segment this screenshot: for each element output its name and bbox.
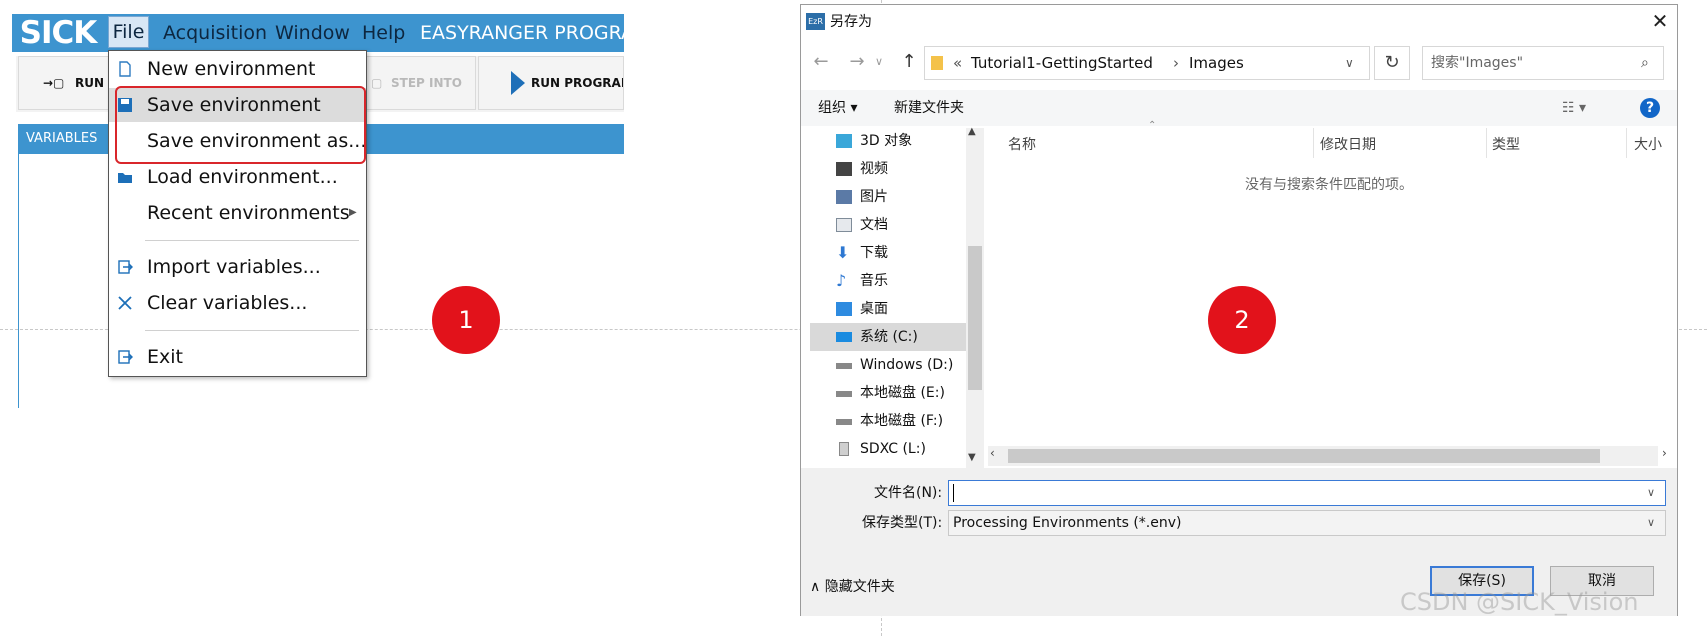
organize-button[interactable]: 组织 ▾: [818, 98, 857, 118]
sd-card-icon: [839, 442, 849, 456]
column-size[interactable]: 大小: [1634, 130, 1662, 160]
step-into-button[interactable]: ▢ STEP INTO: [366, 56, 476, 110]
filename-input[interactable]: ∨: [948, 480, 1666, 506]
column-name[interactable]: 名称: [1008, 130, 1036, 160]
up-arrow-icon[interactable]: ↑: [896, 48, 922, 76]
text-cursor: [953, 484, 954, 502]
filename-label: 文件名(N):: [874, 485, 943, 501]
menu-acquisition[interactable]: Acquisition: [163, 20, 267, 46]
clear-x-icon: [118, 296, 132, 310]
nav-item-drive-c[interactable]: 系统 (C:): [810, 323, 980, 351]
back-arrow-icon[interactable]: ←: [808, 48, 834, 76]
nav-item-sdxc[interactable]: SDXC (L:): [810, 435, 980, 463]
menu-exit[interactable]: Exit: [109, 340, 366, 374]
new-file-icon: [119, 61, 131, 77]
step-badge-2: 2: [1208, 286, 1276, 354]
menu-import-variables[interactable]: Import variables...: [109, 250, 366, 284]
chevron-down-icon[interactable]: ∨: [1647, 481, 1655, 505]
refresh-icon[interactable]: ↻: [1374, 46, 1410, 80]
exit-icon: [118, 350, 133, 364]
nav-item-drive-d[interactable]: Windows (D:): [810, 351, 980, 379]
music-icon: ♪: [836, 271, 847, 290]
scroll-up-icon[interactable]: ▲: [968, 126, 976, 137]
address-bar[interactable]: « Tutorial1-GettingStarted › Images ∨: [924, 46, 1370, 80]
import-icon: [118, 260, 133, 274]
scroll-down-icon[interactable]: ▼: [968, 452, 976, 463]
drive-icon: [836, 363, 852, 369]
play-icon: [511, 71, 525, 95]
scroll-left-icon[interactable]: ‹: [990, 446, 995, 460]
nav-item-music[interactable]: ♪ 音乐: [810, 267, 980, 295]
search-icon: ⌕: [1641, 55, 1649, 71]
menu-window[interactable]: Window: [275, 20, 350, 46]
menu-new-environment[interactable]: New environment: [109, 52, 366, 86]
help-icon[interactable]: ?: [1640, 98, 1660, 118]
drive-c-icon: [836, 332, 852, 342]
3d-objects-icon: [836, 134, 852, 148]
nav-item-pictures[interactable]: 图片: [810, 183, 980, 211]
nav-item-3d-objects[interactable]: 3D 对象: [810, 127, 980, 155]
column-separator: [1626, 128, 1627, 158]
history-chevron-icon[interactable]: ∨: [872, 48, 886, 76]
menu-separator: [145, 240, 359, 241]
column-separator: [1486, 128, 1487, 158]
nav-item-desktop[interactable]: 桌面: [810, 295, 980, 323]
variables-panel-border: [18, 154, 19, 408]
documents-icon: [836, 218, 852, 232]
close-icon[interactable]: ✕: [1648, 8, 1672, 34]
watermark: CSDN @SICK_Vision: [1400, 588, 1639, 616]
menu-clear-variables[interactable]: Clear variables...: [109, 286, 366, 320]
nav-item-drive-e[interactable]: 本地磁盘 (E:): [810, 379, 980, 407]
sort-up-icon: ⌃: [1148, 120, 1157, 131]
filetype-select[interactable]: Processing Environments (*.env) ∨: [948, 510, 1666, 536]
downloads-icon: ⬇: [836, 243, 850, 262]
nav-scrollbar-thumb[interactable]: [968, 246, 982, 390]
nav-item-drive-f[interactable]: 本地磁盘 (F:): [810, 407, 980, 435]
submenu-arrow-icon: ▶: [349, 207, 357, 218]
nav-item-videos[interactable]: 视频: [810, 155, 980, 183]
video-icon: [836, 162, 852, 176]
new-folder-button[interactable]: 新建文件夹: [894, 98, 964, 118]
highlight-box: [115, 86, 366, 164]
scroll-right-icon[interactable]: ›: [1662, 446, 1667, 460]
app-title: EASYRANGER PROGRAM: [420, 22, 651, 44]
drive-icon: [836, 419, 852, 425]
nav-item-downloads[interactable]: ⬇ 下载: [810, 239, 980, 267]
menu-file[interactable]: File: [108, 16, 149, 48]
easyranger-app-icon: EzR: [806, 13, 825, 30]
drive-icon: [836, 391, 852, 397]
chevron-down-icon: ∨: [1647, 516, 1656, 529]
menu-separator: [145, 330, 359, 331]
menu-help[interactable]: Help: [362, 20, 405, 46]
desktop-icon: [836, 302, 852, 316]
column-type[interactable]: 类型: [1492, 130, 1520, 160]
horizontal-scrollbar-thumb[interactable]: [1008, 449, 1600, 463]
breadcrumb-separator-icon: ›: [1173, 54, 1179, 72]
empty-results-message: 没有与搜索条件匹配的项。: [1245, 177, 1413, 193]
column-separator: [1313, 128, 1314, 158]
breadcrumb-tutorial[interactable]: Tutorial1-GettingStarted: [971, 47, 1153, 79]
hide-folders-toggle[interactable]: ∧ 隐藏文件夹: [810, 576, 895, 598]
chevron-up-icon: ∧: [810, 579, 825, 595]
step-badge-1: 1: [432, 286, 500, 354]
run-program-button[interactable]: RUN PROGRAM: [478, 56, 624, 110]
filetype-label: 保存类型(T):: [862, 515, 943, 531]
sick-logo: SICK: [12, 14, 104, 52]
nav-item-documents[interactable]: 文档: [810, 211, 980, 239]
run-step-icon: →▢: [43, 76, 65, 90]
search-input[interactable]: 搜索"Images" ⌕: [1422, 46, 1664, 80]
pictures-icon: [836, 190, 852, 204]
dialog-title: 另存为: [830, 14, 872, 30]
step-into-icon: ▢: [371, 76, 383, 90]
run-step-button[interactable]: →▢ RUN S: [18, 56, 110, 110]
column-date-modified[interactable]: 修改日期: [1320, 130, 1376, 160]
folder-icon: [931, 56, 943, 70]
menu-recent-environments[interactable]: Recent environments ▶: [109, 196, 366, 230]
folder-icon: [118, 173, 132, 183]
forward-arrow-icon[interactable]: →: [844, 48, 870, 76]
chevron-down-icon[interactable]: ∨: [1345, 47, 1354, 79]
view-options-icon[interactable]: ☷ ▾: [1562, 98, 1586, 118]
menu-load-environment[interactable]: Load environment...: [109, 160, 366, 194]
breadcrumb-images[interactable]: Images: [1189, 47, 1244, 79]
